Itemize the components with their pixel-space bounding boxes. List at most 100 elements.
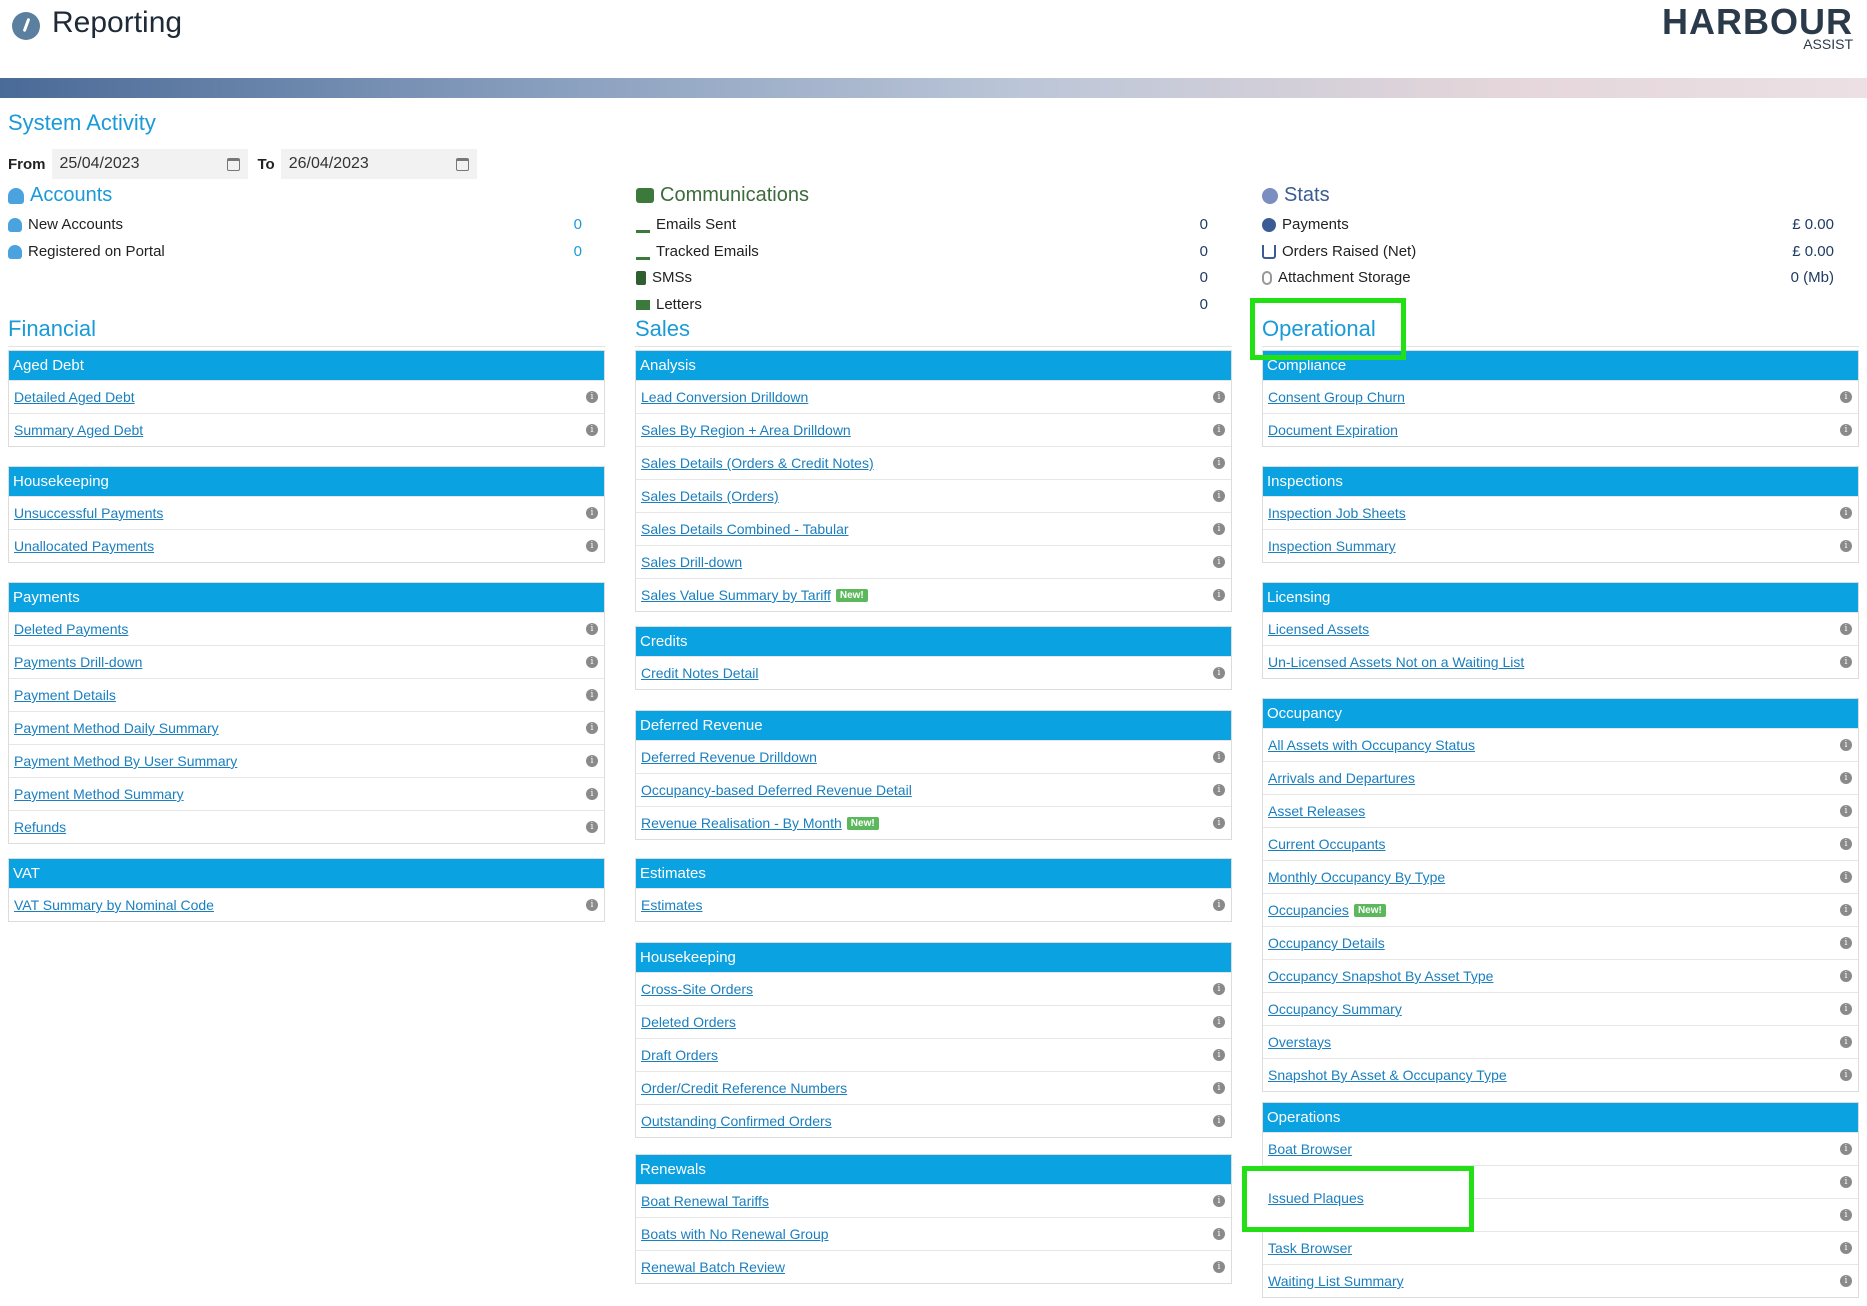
report-link-refunds[interactable]: Refunds <box>14 819 66 835</box>
report-link-deferred-revenue-drilldown[interactable]: Deferred Revenue Drilldown <box>641 749 817 765</box>
report-link-consent-group-churn[interactable]: Consent Group Churn <box>1268 389 1405 405</box>
report-link-lead-conversion-drilldown[interactable]: Lead Conversion Drilldown <box>641 389 808 405</box>
report-link-unsuccessful-payments[interactable]: Unsuccessful Payments <box>14 505 163 521</box>
report-link-deleted-orders[interactable]: Deleted Orders <box>641 1014 736 1030</box>
info-icon[interactable]: i <box>1840 739 1852 751</box>
report-link-payment-method-daily-summary[interactable]: Payment Method Daily Summary <box>14 720 219 736</box>
report-link-sales-by-region-area-drilldown[interactable]: Sales By Region + Area Drilldown <box>641 422 851 438</box>
report-link-snapshot-by-asset-occupancy-type[interactable]: Snapshot By Asset & Occupancy Type <box>1268 1067 1507 1083</box>
report-link-asset-releases[interactable]: Asset Releases <box>1268 803 1365 819</box>
report-link-payment-details[interactable]: Payment Details <box>14 687 116 703</box>
info-icon[interactable]: i <box>586 755 598 767</box>
report-link-sales-drill-down[interactable]: Sales Drill-down <box>641 554 742 570</box>
report-link-un-licensed-assets-not-on-a-waiting-list[interactable]: Un-Licensed Assets Not on a Waiting List <box>1268 654 1524 670</box>
info-icon[interactable]: i <box>586 689 598 701</box>
info-icon[interactable]: i <box>1840 623 1852 635</box>
info-icon[interactable]: i <box>1213 391 1225 403</box>
info-icon[interactable]: i <box>1213 523 1225 535</box>
info-icon[interactable]: i <box>586 623 598 635</box>
info-icon[interactable]: i <box>1840 871 1852 883</box>
report-link-current-occupants[interactable]: Current Occupants <box>1268 836 1386 852</box>
info-icon[interactable]: i <box>1840 507 1852 519</box>
info-icon[interactable]: i <box>1840 1036 1852 1048</box>
report-link-inspection-summary[interactable]: Inspection Summary <box>1268 538 1396 554</box>
info-icon[interactable]: i <box>1213 556 1225 568</box>
report-link-draft-orders[interactable]: Draft Orders <box>641 1047 718 1063</box>
info-icon[interactable]: i <box>1840 937 1852 949</box>
info-icon[interactable]: i <box>1213 899 1225 911</box>
info-icon[interactable]: i <box>1840 1176 1852 1188</box>
info-icon[interactable]: i <box>1213 1049 1225 1061</box>
to-date-input[interactable]: 26/04/2023 <box>280 149 477 179</box>
report-link-sales-details-orders-credit-notes[interactable]: Sales Details (Orders & Credit Notes) <box>641 455 874 471</box>
info-icon[interactable]: i <box>1213 751 1225 763</box>
report-link-arrivals-and-departures[interactable]: Arrivals and Departures <box>1268 770 1415 786</box>
info-icon[interactable]: i <box>586 424 598 436</box>
info-icon[interactable]: i <box>1840 1143 1852 1155</box>
report-link-order-credit-reference-numbers[interactable]: Order/Credit Reference Numbers <box>641 1080 847 1096</box>
report-link-cross-site-orders[interactable]: Cross-Site Orders <box>641 981 753 997</box>
calendar-icon[interactable] <box>455 157 469 171</box>
calendar-icon[interactable] <box>226 157 240 171</box>
report-link-payment-method-by-user-summary[interactable]: Payment Method By User Summary <box>14 753 237 769</box>
report-link-occupancies[interactable]: Occupancies <box>1268 902 1349 918</box>
report-link-sales-details-orders[interactable]: Sales Details (Orders) <box>641 488 779 504</box>
report-link-licensed-assets[interactable]: Licensed Assets <box>1268 621 1369 637</box>
report-link-overstays[interactable]: Overstays <box>1268 1034 1331 1050</box>
report-link-occupancy-details[interactable]: Occupancy Details <box>1268 935 1385 951</box>
info-icon[interactable]: i <box>1840 1209 1852 1221</box>
info-icon[interactable]: i <box>1213 589 1225 601</box>
info-icon[interactable]: i <box>586 507 598 519</box>
report-link-document-expiration[interactable]: Document Expiration <box>1268 422 1398 438</box>
report-link-sales-details-combined-tabular[interactable]: Sales Details Combined - Tabular <box>641 521 849 537</box>
report-link-detailed-aged-debt[interactable]: Detailed Aged Debt <box>14 389 135 405</box>
report-link-summary-aged-debt[interactable]: Summary Aged Debt <box>14 422 143 438</box>
report-link-waiting-list-summary[interactable]: Waiting List Summary <box>1268 1273 1404 1289</box>
info-icon[interactable]: i <box>1840 540 1852 552</box>
report-link-outstanding-confirmed-orders[interactable]: Outstanding Confirmed Orders <box>641 1113 832 1129</box>
report-link-estimates[interactable]: Estimates <box>641 897 702 913</box>
info-icon[interactable]: i <box>586 821 598 833</box>
report-link-deleted-payments[interactable]: Deleted Payments <box>14 621 128 637</box>
from-date-input[interactable]: 25/04/2023 <box>51 149 248 179</box>
info-icon[interactable]: i <box>1213 457 1225 469</box>
info-icon[interactable]: i <box>1213 1115 1225 1127</box>
info-icon[interactable]: i <box>1840 838 1852 850</box>
report-link-all-assets-with-occupancy-status[interactable]: All Assets with Occupancy Status <box>1268 737 1475 753</box>
report-link-boat-browser[interactable]: Boat Browser <box>1268 1141 1352 1157</box>
info-icon[interactable]: i <box>1840 391 1852 403</box>
info-icon[interactable]: i <box>1213 1195 1225 1207</box>
info-icon[interactable]: i <box>586 899 598 911</box>
info-icon[interactable]: i <box>1840 1069 1852 1081</box>
info-icon[interactable]: i <box>1213 1082 1225 1094</box>
info-icon[interactable]: i <box>1840 1003 1852 1015</box>
info-icon[interactable]: i <box>1840 424 1852 436</box>
report-link-sales-value-summary-by-tariff[interactable]: Sales Value Summary by Tariff <box>641 587 831 603</box>
report-link-vat-summary-by-nominal-code[interactable]: VAT Summary by Nominal Code <box>14 897 214 913</box>
info-icon[interactable]: i <box>1213 1016 1225 1028</box>
info-icon[interactable]: i <box>1840 805 1852 817</box>
info-icon[interactable]: i <box>1840 656 1852 668</box>
info-icon[interactable]: i <box>1213 424 1225 436</box>
report-link-unallocated-payments[interactable]: Unallocated Payments <box>14 538 154 554</box>
info-icon[interactable]: i <box>1213 817 1225 829</box>
report-link-monthly-occupancy-by-type[interactable]: Monthly Occupancy By Type <box>1268 869 1445 885</box>
report-link-occupancy-based-deferred-revenue-detail[interactable]: Occupancy-based Deferred Revenue Detail <box>641 782 912 798</box>
info-icon[interactable]: i <box>1840 772 1852 784</box>
report-link-boat-renewal-tariffs[interactable]: Boat Renewal Tariffs <box>641 1193 769 1209</box>
info-icon[interactable]: i <box>1840 1242 1852 1254</box>
report-link-occupancy-summary[interactable]: Occupancy Summary <box>1268 1001 1402 1017</box>
info-icon[interactable]: i <box>586 656 598 668</box>
report-link-inspection-job-sheets[interactable]: Inspection Job Sheets <box>1268 505 1406 521</box>
report-link-renewal-batch-review[interactable]: Renewal Batch Review <box>641 1259 785 1275</box>
info-icon[interactable]: i <box>586 391 598 403</box>
report-link-boats-with-no-renewal-group[interactable]: Boats with No Renewal Group <box>641 1226 829 1242</box>
info-icon[interactable]: i <box>586 540 598 552</box>
report-link-task-browser[interactable]: Task Browser <box>1268 1240 1352 1256</box>
report-link-revenue-realisation-by-month[interactable]: Revenue Realisation - By Month <box>641 815 842 831</box>
info-icon[interactable]: i <box>1213 1261 1225 1273</box>
info-icon[interactable]: i <box>1213 983 1225 995</box>
info-icon[interactable]: i <box>586 722 598 734</box>
report-link-credit-notes-detail[interactable]: Credit Notes Detail <box>641 665 759 681</box>
info-icon[interactable]: i <box>1213 667 1225 679</box>
